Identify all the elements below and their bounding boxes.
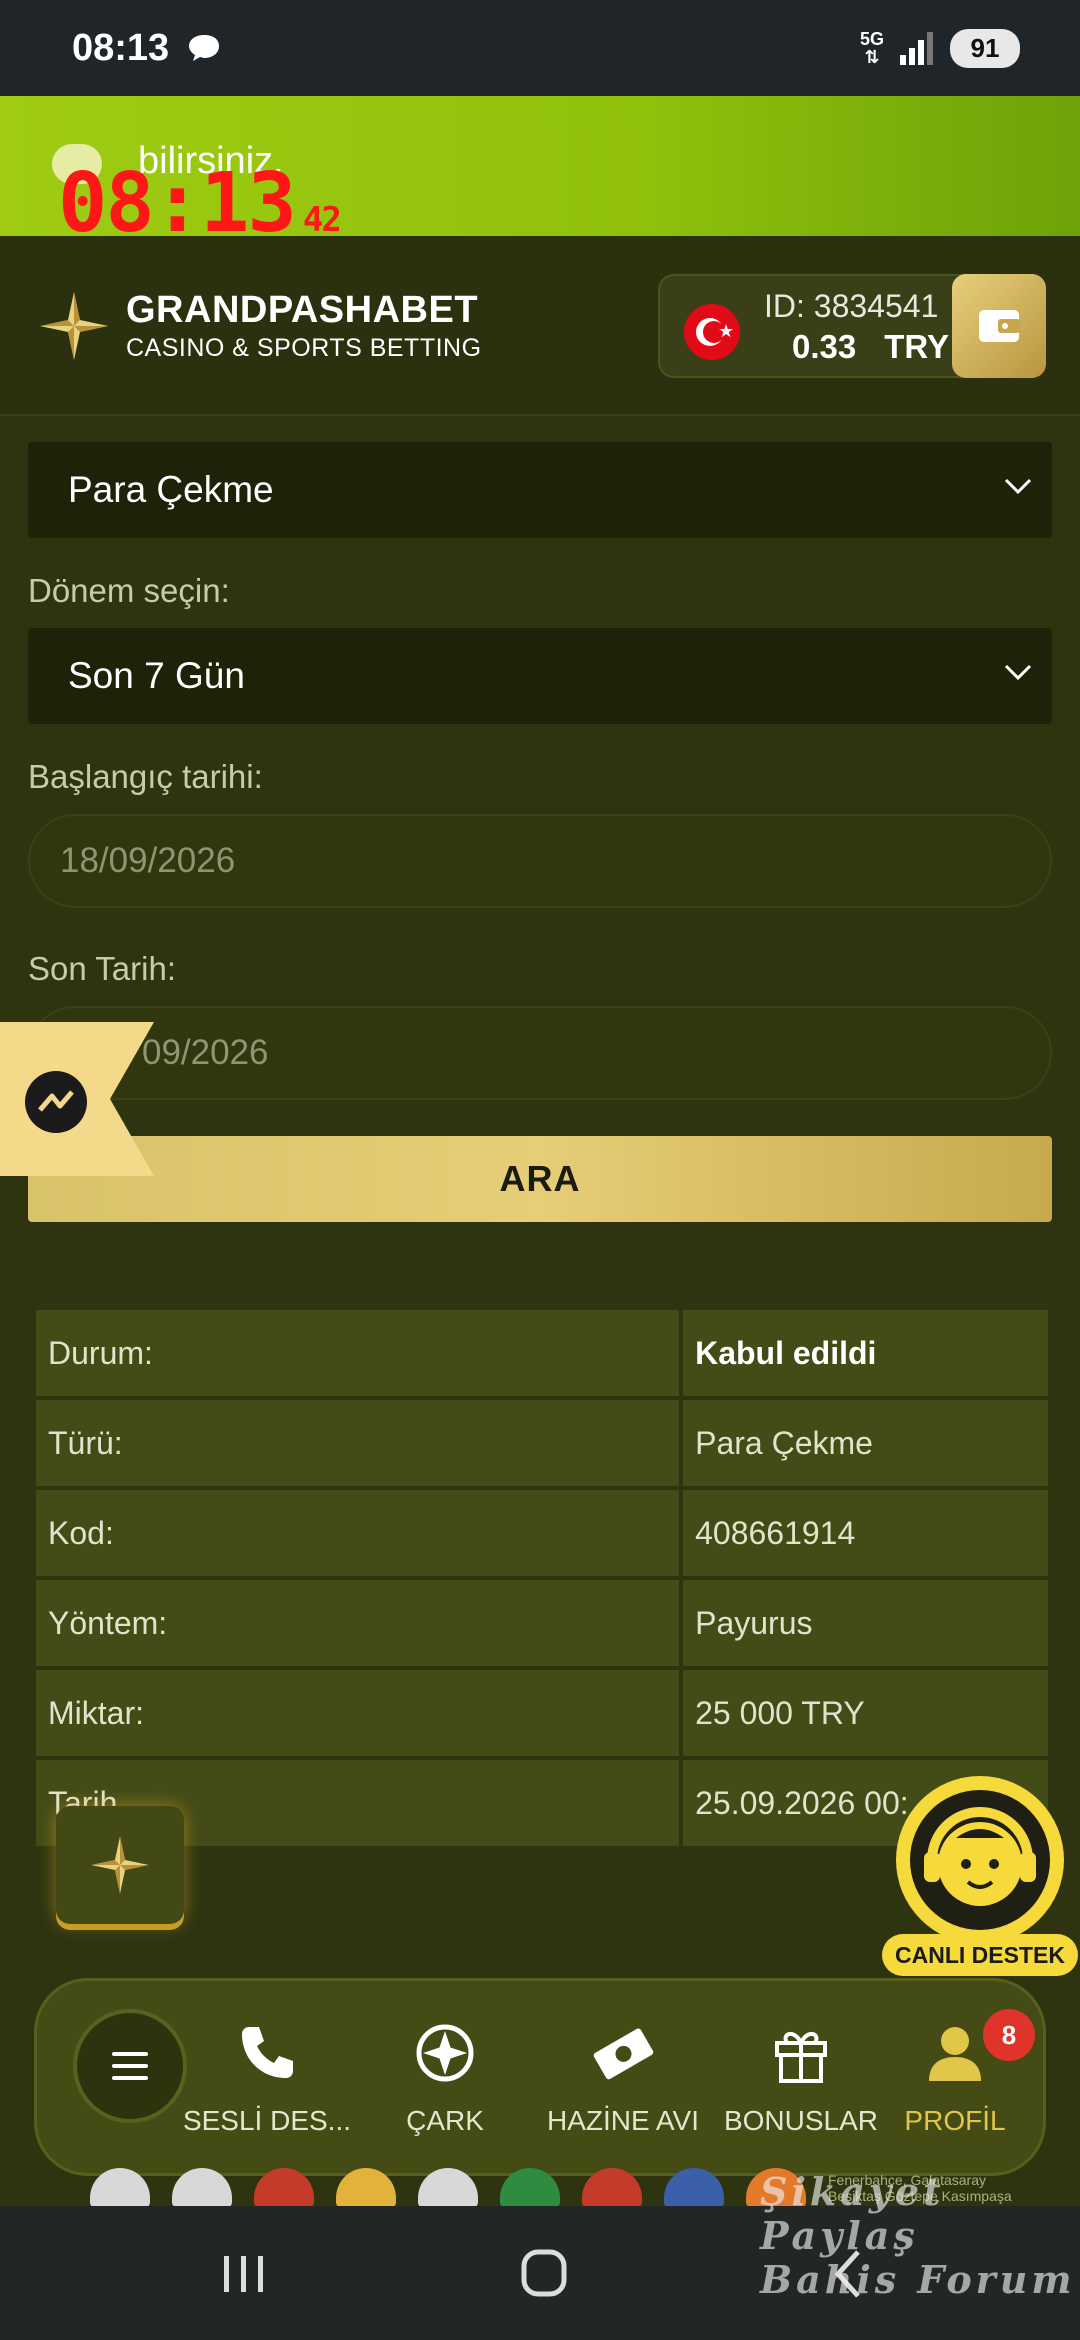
watermark-line: Şikayet Paylaş — [760, 2169, 945, 2258]
brand-logo[interactable]: GRANDPASHABET CASINO & SPORTS BETTING — [36, 288, 482, 364]
search-button[interactable]: ARA — [28, 1136, 1052, 1222]
detail-key: Miktar: — [36, 1670, 680, 1756]
start-date-label: Başlangıç tarihi: — [28, 758, 263, 795]
table-row: Miktar: 25 000 TRY — [36, 1670, 1048, 1756]
nav-wheel[interactable]: ÇARK — [355, 2013, 535, 2137]
nav-profile[interactable]: 8 PROFİL — [875, 2009, 1035, 2137]
detail-value: 25 000 TRY — [683, 1670, 1048, 1756]
nav-label: PROFİL — [904, 2105, 1006, 2136]
network-label: 5G — [859, 29, 884, 49]
brand-text: GRANDPASHABET CASINO & SPORTS BETTING — [126, 289, 482, 363]
floating-logo-button[interactable] — [56, 1806, 184, 1924]
watermark: Şikayet Paylaş Bahis Forum — [760, 2170, 1080, 2302]
club-crest-icon — [664, 2168, 724, 2208]
home-icon[interactable] — [514, 2248, 574, 2300]
account-balance: 0.33 TRY — [792, 328, 949, 366]
hamburger-menu-icon — [112, 2052, 148, 2080]
notification-banner[interactable]: bilirsiniz. 08:13 42 — [0, 96, 1080, 251]
balance-amount: 0.33 — [792, 328, 857, 365]
wallet-button[interactable] — [952, 274, 1046, 378]
live-support-button[interactable]: CANLI DESTEK — [868, 1772, 1080, 1976]
site-header: GRANDPASHABET CASINO & SPORTS BETTING ★ … — [0, 236, 1080, 416]
battery-indicator: 91 — [950, 28, 1020, 68]
transaction-type-select[interactable]: Para Çekme — [28, 442, 1052, 538]
network-indicator: 5G ⇅ — [859, 29, 884, 67]
gift-icon — [775, 2032, 827, 2083]
nav-label: SESLİ DES... — [182, 2105, 352, 2136]
menu-button[interactable] — [73, 2009, 187, 2123]
chat-bubble-icon — [189, 35, 220, 61]
club-crest-icon — [500, 2168, 560, 2208]
start-date-value: 18/09/2026 — [60, 841, 236, 880]
watermark-line: Bahis Forum — [760, 2257, 1076, 2302]
money-icon — [593, 2028, 654, 2080]
balance-currency: TRY — [884, 328, 950, 365]
turkey-flag-icon: ★ — [684, 304, 740, 360]
detail-key: Türü: — [36, 1400, 680, 1486]
status-right: 5G ⇅ 91 — [859, 28, 1020, 68]
phone-icon — [242, 2027, 293, 2078]
period-label: Dönem seçin: — [28, 572, 230, 609]
detail-value: Kabul edildi — [683, 1310, 1048, 1396]
table-row: Türü: Para Çekme — [36, 1400, 1048, 1486]
status-bar: 08:13 5G ⇅ 91 — [0, 0, 1080, 96]
chevron-down-icon — [1004, 478, 1032, 495]
bottom-navigation: SESLİ DES... ÇARK HAZİNE AVI BONUSLAR 8 … — [34, 1978, 1046, 2176]
headset-agent-icon — [896, 1776, 1064, 1944]
table-row: Kod: 408661914 — [36, 1490, 1048, 1576]
start-date-field[interactable]: 18/09/2026 — [28, 814, 1052, 908]
live-support-label: CANLI DESTEK — [882, 1934, 1078, 1976]
user-icon — [929, 2027, 981, 2081]
club-crest-icon — [336, 2168, 396, 2208]
brand-name: GRANDPASHABET — [126, 289, 479, 331]
account-id: ID: 3834541 — [764, 288, 939, 324]
period-select[interactable]: Son 7 Gün — [28, 628, 1052, 724]
account-panel[interactable]: ★ ID: 3834541 0.33 TRY — [658, 274, 1046, 378]
transaction-type-value: Para Çekme — [68, 469, 274, 510]
club-crest-icon — [172, 2168, 232, 2208]
recent-apps-icon[interactable] — [214, 2248, 274, 2300]
nav-voice-support[interactable]: SESLİ DES... — [177, 2013, 357, 2137]
end-date-label: Son Tarih: — [28, 950, 176, 987]
status-left: 08:13 — [72, 27, 221, 70]
star-logo-icon — [40, 292, 108, 360]
messenger-tab[interactable] — [0, 1022, 154, 1176]
nav-bonuses[interactable]: BONUSLAR — [711, 2013, 891, 2137]
detail-value: Para Çekme — [683, 1400, 1048, 1486]
club-crest-icon — [90, 2168, 150, 2208]
table-row: Yöntem: Payurus — [36, 1580, 1048, 1666]
nav-treasure-hunt[interactable]: HAZİNE AVI — [533, 2013, 713, 2137]
nav-label: ÇARK — [406, 2105, 484, 2136]
signal-icon — [900, 32, 933, 65]
chevron-down-icon — [1004, 664, 1032, 681]
end-date-field[interactable]: 09/2026 — [28, 1006, 1052, 1100]
detail-key: Durum: — [36, 1310, 680, 1396]
club-crest-icon — [582, 2168, 642, 2208]
detail-key: Kod: — [36, 1490, 680, 1576]
detail-value: 408661914 — [683, 1490, 1048, 1576]
transaction-details-table: Durum: Kabul edildi Türü: Para Çekme Kod: 408… — [32, 1306, 1052, 1850]
overlay-clock-seconds: 42 — [302, 200, 342, 240]
nav-label: HAZİNE AVI — [547, 2105, 699, 2136]
club-crest-icon — [254, 2168, 314, 2208]
nav-label: BONUSLAR — [723, 2105, 879, 2136]
star-logo-icon — [91, 1836, 149, 1894]
end-date-value: 09/2026 — [142, 1033, 269, 1072]
club-crest-icon — [418, 2168, 478, 2208]
detail-value: Payurus — [683, 1580, 1048, 1666]
detail-key: Yöntem: — [36, 1580, 680, 1666]
brand-subtitle: CASINO & SPORTS BETTING — [126, 334, 482, 362]
wallet-icon — [979, 310, 1020, 342]
status-time: 08:13 — [72, 26, 170, 69]
wheel-icon — [416, 2024, 474, 2082]
notification-badge: 8 — [983, 2009, 1035, 2061]
table-row: Durum: Kabul edildi — [36, 1310, 1048, 1396]
period-value: Son 7 Gün — [68, 655, 245, 696]
